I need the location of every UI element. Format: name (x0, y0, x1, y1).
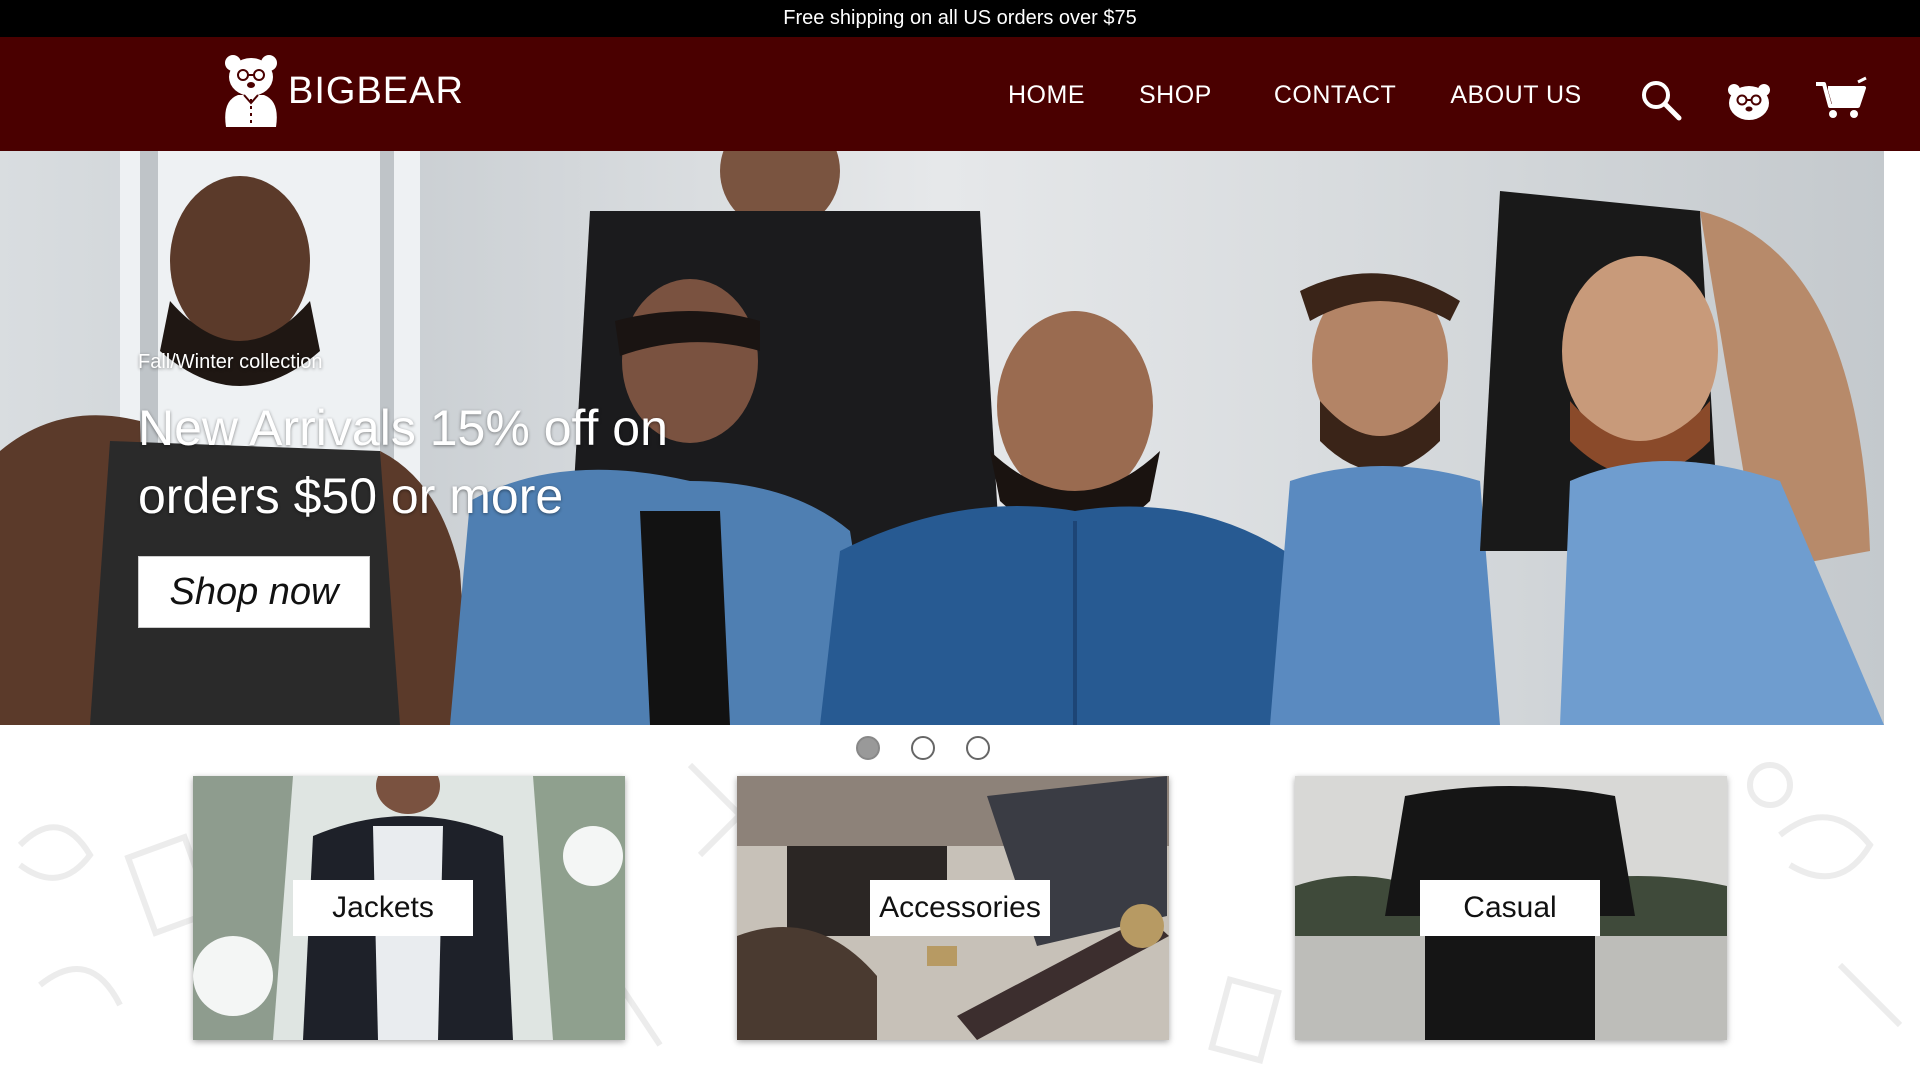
search-button[interactable] (1638, 77, 1684, 123)
carousel-dot-2[interactable] (911, 736, 935, 760)
nav-contact[interactable]: CONTACT (1274, 81, 1396, 110)
category-card-casual[interactable]: Casual (1295, 776, 1727, 1040)
hero-headline: New Arrivals 15% off on orders $50 or mo… (138, 400, 668, 524)
category-label-jackets: Jackets (293, 880, 473, 936)
hero-copy: Fall/Winter collection New Arrivals 15% … (138, 351, 758, 530)
account-button[interactable] (1724, 79, 1774, 123)
carousel-indicators (856, 736, 1021, 760)
hero-eyebrow: Fall/Winter collection (138, 351, 323, 373)
nav-home[interactable]: HOME (1008, 81, 1085, 110)
carousel-dot-1[interactable] (856, 736, 880, 760)
category-card-jackets[interactable]: Jackets (193, 776, 625, 1040)
category-label-casual: Casual (1420, 880, 1600, 936)
brand-logo[interactable]: BIGBEAR (218, 51, 464, 131)
nav-shop[interactable]: SHOP (1139, 81, 1212, 110)
category-card-accessories[interactable]: Accessories (737, 776, 1169, 1040)
promo-text: Free shipping on all US orders over $75 (783, 7, 1137, 29)
shop-now-button[interactable]: Shop now (138, 556, 370, 628)
bear-account-icon (1728, 84, 1770, 120)
bear-logo-icon (225, 55, 277, 127)
main-nav: HOME SHOP CONTACT ABOUT US (1008, 81, 1582, 110)
logo-wordmark: BIGBEAR (288, 69, 464, 112)
site-header: BIGBEAR HOME SHOP CONTACT ABOUT US (0, 37, 1920, 151)
carousel-dot-3[interactable] (966, 736, 990, 760)
cart-icon (1816, 76, 1867, 118)
promo-bar: Free shipping on all US orders over $75 (0, 0, 1920, 37)
hero-banner: Fall/Winter collection New Arrivals 15% … (0, 151, 1884, 725)
search-icon (1642, 81, 1682, 121)
category-label-accessories: Accessories (870, 880, 1050, 936)
cart-button[interactable] (1812, 75, 1870, 121)
nav-about-us[interactable]: ABOUT US (1450, 81, 1581, 110)
